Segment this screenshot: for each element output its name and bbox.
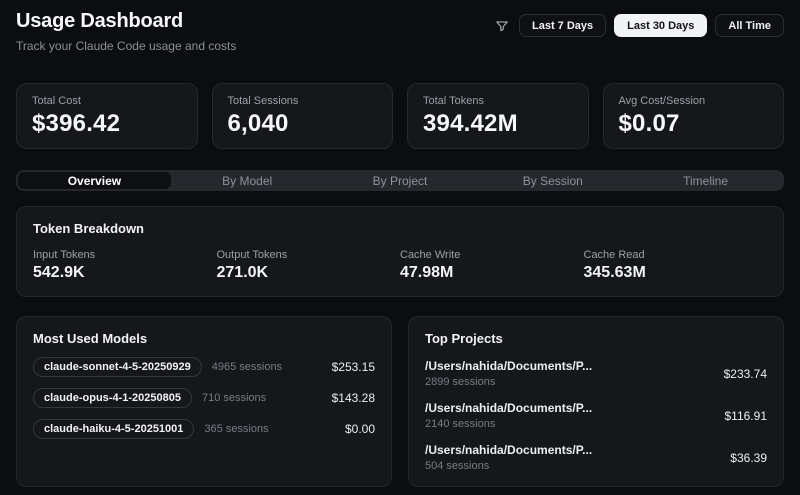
token-label: Cache Write (400, 249, 461, 261)
project-sessions: 2140 sessions (425, 418, 496, 430)
stat-value: $396.42 (32, 110, 121, 137)
usage-dashboard-page: Usage Dashboard Track your Claude Code u… (0, 0, 800, 495)
token-label: Output Tokens (216, 249, 288, 261)
project-path: /Users/nahida/Documents/P... (425, 443, 593, 457)
token-label: Input Tokens (33, 249, 96, 261)
model-row: claude-haiku-4-5-20251001 365 sessions $… (33, 419, 375, 439)
tab-by-session[interactable]: By Session (476, 172, 629, 189)
model-cost: $143.28 (331, 391, 375, 405)
model-name-badge: claude-haiku-4-5-20251001 (33, 419, 195, 439)
bottom-row: Most Used Models claude-sonnet-4-5-20250… (16, 316, 784, 487)
tab-bar: Overview By Model By Project By Session … (16, 170, 784, 191)
token-breakdown-card: Token Breakdown Input Tokens 542.9K Outp… (16, 206, 784, 297)
most-used-models-title: Most Used Models (33, 331, 148, 346)
stat-label: Avg Cost/Session (618, 95, 706, 107)
token-value: 542.9K (33, 264, 85, 281)
page-subtitle: Track your Claude Code usage and costs (16, 39, 237, 53)
project-cost: $233.74 (723, 366, 767, 381)
token-stat-output: Output Tokens 271.0K (217, 249, 401, 282)
range-button-last-7-days[interactable]: Last 7 Days (518, 14, 607, 37)
model-sessions: 710 sessions (201, 392, 267, 404)
filter-icon[interactable] (493, 17, 511, 35)
project-cost: $36.39 (730, 450, 767, 465)
project-path: /Users/nahida/Documents/P... (425, 401, 593, 415)
stat-card-total-cost: Total Cost $396.42 (16, 83, 198, 149)
project-row: /Users/nahida/Documents/P... 2140 sessio… (425, 401, 767, 430)
stat-label: Total Sessions (227, 95, 299, 107)
project-info: /Users/nahida/Documents/P... 2140 sessio… (425, 401, 592, 430)
page-title: Usage Dashboard (16, 10, 184, 32)
project-sessions: 2899 sessions (425, 376, 496, 388)
model-sessions: 365 sessions (204, 423, 269, 435)
model-name-badge: claude-sonnet-4-5-20250929 (33, 357, 202, 377)
token-breakdown-title: Token Breakdown (33, 221, 145, 236)
project-row: /Users/nahida/Documents/P... 504 session… (425, 443, 767, 472)
stat-value: 394.42M (423, 110, 518, 137)
top-projects-card: Top Projects /Users/nahida/Documents/P..… (408, 316, 784, 487)
tab-timeline[interactable]: Timeline (629, 172, 782, 189)
tab-by-project[interactable]: By Project (324, 172, 477, 189)
most-used-models-card: Most Used Models claude-sonnet-4-5-20250… (16, 316, 392, 487)
model-row: claude-opus-4-1-20250805 710 sessions $1… (33, 388, 375, 408)
token-label: Cache Read (583, 249, 645, 261)
project-info: /Users/nahida/Documents/P... 2899 sessio… (425, 359, 592, 388)
header: Usage Dashboard Track your Claude Code u… (16, 10, 784, 53)
token-stat-cache-write: Cache Write 47.98M (400, 249, 584, 282)
model-cost: $253.15 (331, 360, 375, 374)
token-value: 47.98M (400, 264, 454, 281)
date-range-controls: Last 7 Days Last 30 Days All Time (493, 14, 784, 37)
token-breakdown-grid: Input Tokens 542.9K Output Tokens 271.0K… (33, 249, 767, 282)
header-titles: Usage Dashboard Track your Claude Code u… (16, 10, 236, 53)
model-sessions: 4965 sessions (211, 361, 283, 373)
project-sessions: 504 sessions (425, 460, 490, 472)
model-row: claude-sonnet-4-5-20250929 4965 sessions… (33, 357, 375, 377)
token-stat-input: Input Tokens 542.9K (33, 249, 217, 282)
tab-by-model[interactable]: By Model (171, 172, 324, 189)
stat-label: Total Cost (32, 95, 81, 107)
project-row: /Users/nahida/Documents/P... 2899 sessio… (425, 359, 767, 388)
model-cost: $0.00 (344, 422, 375, 436)
tab-overview[interactable]: Overview (18, 172, 171, 189)
project-cost: $116.91 (724, 408, 768, 423)
stat-value: $0.07 (618, 110, 680, 137)
token-stat-cache-read: Cache Read 345.63M (584, 249, 768, 282)
stat-label: Total Tokens (423, 95, 484, 107)
token-value: 271.0K (216, 264, 269, 281)
stats-row: Total Cost $396.42 Total Sessions 6,040 … (16, 83, 784, 149)
stat-card-total-sessions: Total Sessions 6,040 (211, 83, 393, 149)
model-name-badge: claude-opus-4-1-20250805 (33, 388, 192, 408)
top-projects-title: Top Projects (425, 331, 503, 346)
stat-card-avg-cost-session: Avg Cost/Session $0.07 (602, 83, 784, 149)
stat-value: 6,040 (227, 110, 289, 137)
range-button-all-time[interactable]: All Time (715, 14, 784, 37)
token-value: 345.63M (583, 264, 646, 281)
project-info: /Users/nahida/Documents/P... 504 session… (425, 443, 592, 472)
stat-card-total-tokens: Total Tokens 394.42M (407, 83, 589, 149)
project-path: /Users/nahida/Documents/P... (425, 359, 593, 373)
range-button-last-30-days[interactable]: Last 30 Days (614, 14, 708, 37)
